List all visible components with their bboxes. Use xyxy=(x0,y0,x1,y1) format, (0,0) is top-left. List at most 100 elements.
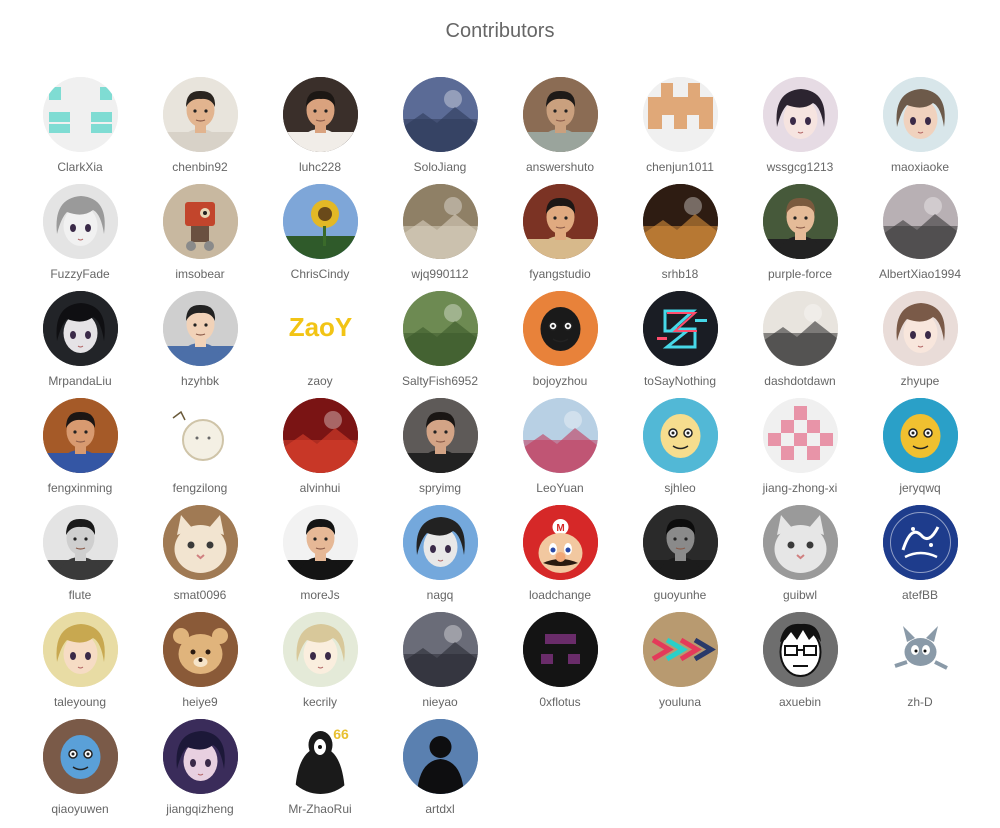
contributor-card[interactable]: spryimg xyxy=(380,398,500,505)
contributor-card[interactable]: flute xyxy=(20,505,140,612)
avatar[interactable] xyxy=(162,612,238,687)
avatar[interactable] xyxy=(42,184,118,259)
avatar[interactable] xyxy=(402,719,478,794)
contributor-name[interactable]: axuebin xyxy=(779,695,821,709)
contributor-name[interactable]: alvinhui xyxy=(300,481,341,495)
contributor-name[interactable]: SaltyFish6952 xyxy=(402,374,478,388)
avatar[interactable] xyxy=(42,612,118,687)
contributor-name[interactable]: nagq xyxy=(427,588,454,602)
contributor-card[interactable]: nagq xyxy=(380,505,500,612)
avatar[interactable] xyxy=(282,398,358,473)
avatar[interactable] xyxy=(282,184,358,259)
contributor-name[interactable]: fengxinming xyxy=(48,481,113,495)
avatar[interactable] xyxy=(762,612,838,687)
avatar[interactable] xyxy=(642,77,718,152)
contributor-name[interactable]: atefBB xyxy=(902,588,938,602)
avatar[interactable] xyxy=(162,505,238,580)
contributor-name[interactable]: chenjun1011 xyxy=(646,160,714,174)
contributor-name[interactable]: MrpandaLiu xyxy=(48,374,111,388)
avatar[interactable] xyxy=(522,291,598,366)
contributor-card[interactable]: bojoyzhou xyxy=(500,291,620,398)
contributor-card[interactable]: maoxiaoke xyxy=(860,77,980,184)
contributor-card[interactable]: fyangstudio xyxy=(500,184,620,291)
contributor-card[interactable]: zh-D xyxy=(860,612,980,719)
avatar[interactable] xyxy=(882,505,958,580)
contributor-name[interactable]: youluna xyxy=(659,695,701,709)
avatar[interactable] xyxy=(882,291,958,366)
avatar[interactable] xyxy=(642,612,718,687)
contributor-name[interactable]: FuzzyFade xyxy=(50,267,109,281)
avatar[interactable]: ZaoY xyxy=(282,291,358,366)
contributor-name[interactable]: AlbertXiao1994 xyxy=(879,267,961,281)
contributor-card[interactable]: chenbin92 xyxy=(140,77,260,184)
contributor-card[interactable]: moreJs xyxy=(260,505,380,612)
contributor-card[interactable]: FuzzyFade xyxy=(20,184,140,291)
avatar[interactable] xyxy=(762,184,838,259)
contributor-card[interactable]: answershuto xyxy=(500,77,620,184)
contributor-name[interactable]: guoyunhe xyxy=(654,588,707,602)
avatar[interactable] xyxy=(642,184,718,259)
contributor-name[interactable]: moreJs xyxy=(300,588,339,602)
contributor-card[interactable]: MrpandaLiu xyxy=(20,291,140,398)
contributor-name[interactable]: fengzilong xyxy=(173,481,228,495)
avatar[interactable] xyxy=(402,612,478,687)
contributor-card[interactable]: guibwl xyxy=(740,505,860,612)
contributor-card[interactable]: LeoYuan xyxy=(500,398,620,505)
contributor-name[interactable]: nieyao xyxy=(422,695,457,709)
contributor-name[interactable]: zh-D xyxy=(907,695,932,709)
avatar[interactable] xyxy=(282,612,358,687)
avatar[interactable] xyxy=(642,505,718,580)
contributor-card[interactable]: wjq990112 xyxy=(380,184,500,291)
avatar[interactable] xyxy=(762,77,838,152)
contributor-card[interactable]: purple-force xyxy=(740,184,860,291)
contributor-name[interactable]: srhb18 xyxy=(662,267,699,281)
contributor-card[interactable]: 0xflotus xyxy=(500,612,620,719)
contributor-card[interactable]: zhyupe xyxy=(860,291,980,398)
contributor-card[interactable]: wssgcg1213 xyxy=(740,77,860,184)
contributor-name[interactable]: jeryqwq xyxy=(899,481,940,495)
contributor-name[interactable]: jiangqizheng xyxy=(166,802,233,816)
avatar[interactable] xyxy=(882,184,958,259)
avatar[interactable] xyxy=(162,291,238,366)
contributor-name[interactable]: jiang-zhong-xi xyxy=(763,481,838,495)
contributor-card[interactable]: jeryqwq xyxy=(860,398,980,505)
contributor-name[interactable]: guibwl xyxy=(783,588,817,602)
contributor-card[interactable]: kecrily xyxy=(260,612,380,719)
contributor-card[interactable]: jiangqizheng xyxy=(140,719,260,826)
avatar[interactable] xyxy=(882,612,958,687)
contributor-card[interactable]: heiye9 xyxy=(140,612,260,719)
contributor-name[interactable]: smat0096 xyxy=(174,588,227,602)
avatar[interactable] xyxy=(762,291,838,366)
contributor-card[interactable]: SoloJiang xyxy=(380,77,500,184)
avatar[interactable]: 66 xyxy=(282,719,358,794)
contributor-card[interactable]: ClarkXia xyxy=(20,77,140,184)
avatar[interactable] xyxy=(282,505,358,580)
avatar[interactable] xyxy=(162,184,238,259)
avatar[interactable] xyxy=(522,77,598,152)
avatar[interactable] xyxy=(882,77,958,152)
contributor-card[interactable]: qiaoyuwen xyxy=(20,719,140,826)
contributor-card[interactable]: chenjun1011 xyxy=(620,77,740,184)
contributor-name[interactable]: imsobear xyxy=(175,267,224,281)
avatar[interactable] xyxy=(42,719,118,794)
contributor-card[interactable]: ChrisCindy xyxy=(260,184,380,291)
contributor-card[interactable]: fengzilong xyxy=(140,398,260,505)
contributor-card[interactable]: fengxinming xyxy=(20,398,140,505)
avatar[interactable] xyxy=(402,184,478,259)
contributor-name[interactable]: purple-force xyxy=(768,267,832,281)
contributor-card[interactable]: dashdotdawn xyxy=(740,291,860,398)
avatar[interactable] xyxy=(42,291,118,366)
contributor-card[interactable]: SaltyFish6952 xyxy=(380,291,500,398)
contributor-name[interactable]: loadchange xyxy=(529,588,591,602)
contributor-name[interactable]: heiye9 xyxy=(182,695,217,709)
avatar[interactable] xyxy=(42,77,118,152)
contributor-name[interactable]: spryimg xyxy=(419,481,461,495)
avatar[interactable] xyxy=(522,184,598,259)
avatar[interactable] xyxy=(402,398,478,473)
contributor-name[interactable]: wssgcg1213 xyxy=(767,160,834,174)
contributor-card[interactable]: jiang-zhong-xi xyxy=(740,398,860,505)
contributor-name[interactable]: kecrily xyxy=(303,695,337,709)
contributor-card[interactable]: 66 Mr-ZhaoRui xyxy=(260,719,380,826)
contributor-card[interactable]: artdxl xyxy=(380,719,500,826)
avatar[interactable] xyxy=(522,398,598,473)
